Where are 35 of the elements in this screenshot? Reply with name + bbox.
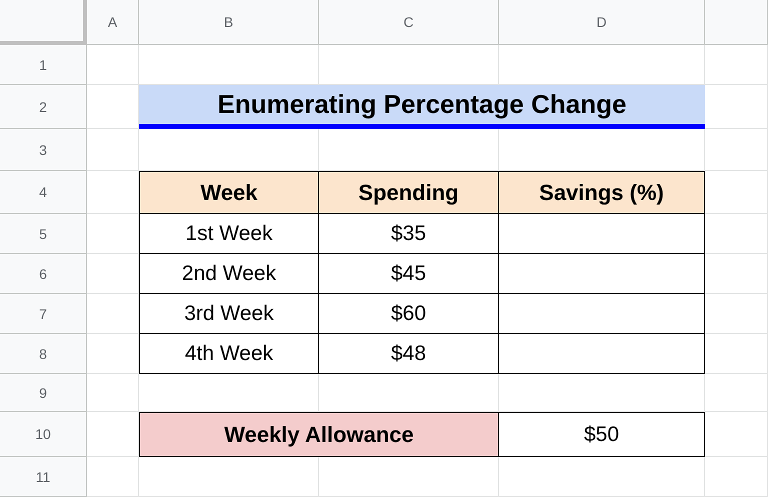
row-header[interactable]: 9 [0,374,87,412]
table-cell: $45 [319,254,499,294]
select-all-corner[interactable] [0,0,87,45]
row-header[interactable]: 5 [0,214,87,254]
title-cell: Enumerating Percentage Change [139,85,705,129]
empty-cell[interactable] [705,129,768,171]
table-cell: 3rd Week [139,294,319,334]
allowance-label-cell: Weekly Allowance [139,412,499,457]
column-header[interactable]: C [319,0,499,45]
table-cell: 4th Week [139,334,319,374]
allowance-value-cell: $50 [499,412,705,457]
row-header[interactable]: 1 [0,45,87,85]
table-cell: $35 [319,214,499,254]
row-header[interactable]: 6 [0,254,87,294]
row-header[interactable]: 11 [0,457,87,497]
empty-cell[interactable] [705,457,768,497]
row-header[interactable]: 7 [0,294,87,334]
header-cell: Spending [319,171,499,214]
table-cell: 2nd Week [139,254,319,294]
column-header[interactable]: D [499,0,705,45]
row-header[interactable]: 4 [0,171,87,214]
row-header[interactable]: 3 [0,129,87,171]
row-header[interactable]: 10 [0,412,87,457]
header-cell: Week [139,171,319,214]
table-cell: $60 [319,294,499,334]
table-cell: 1st Week [139,214,319,254]
column-header[interactable] [705,0,768,45]
row-header[interactable]: 8 [0,334,87,374]
row-header[interactable]: 2 [0,85,87,129]
empty-cell[interactable] [705,45,768,85]
column-header[interactable]: A [87,0,139,45]
header-cell: Savings (%) [499,171,705,214]
empty-cell[interactable] [705,374,768,412]
column-header[interactable]: B [139,0,319,45]
table-cell: $48 [319,334,499,374]
